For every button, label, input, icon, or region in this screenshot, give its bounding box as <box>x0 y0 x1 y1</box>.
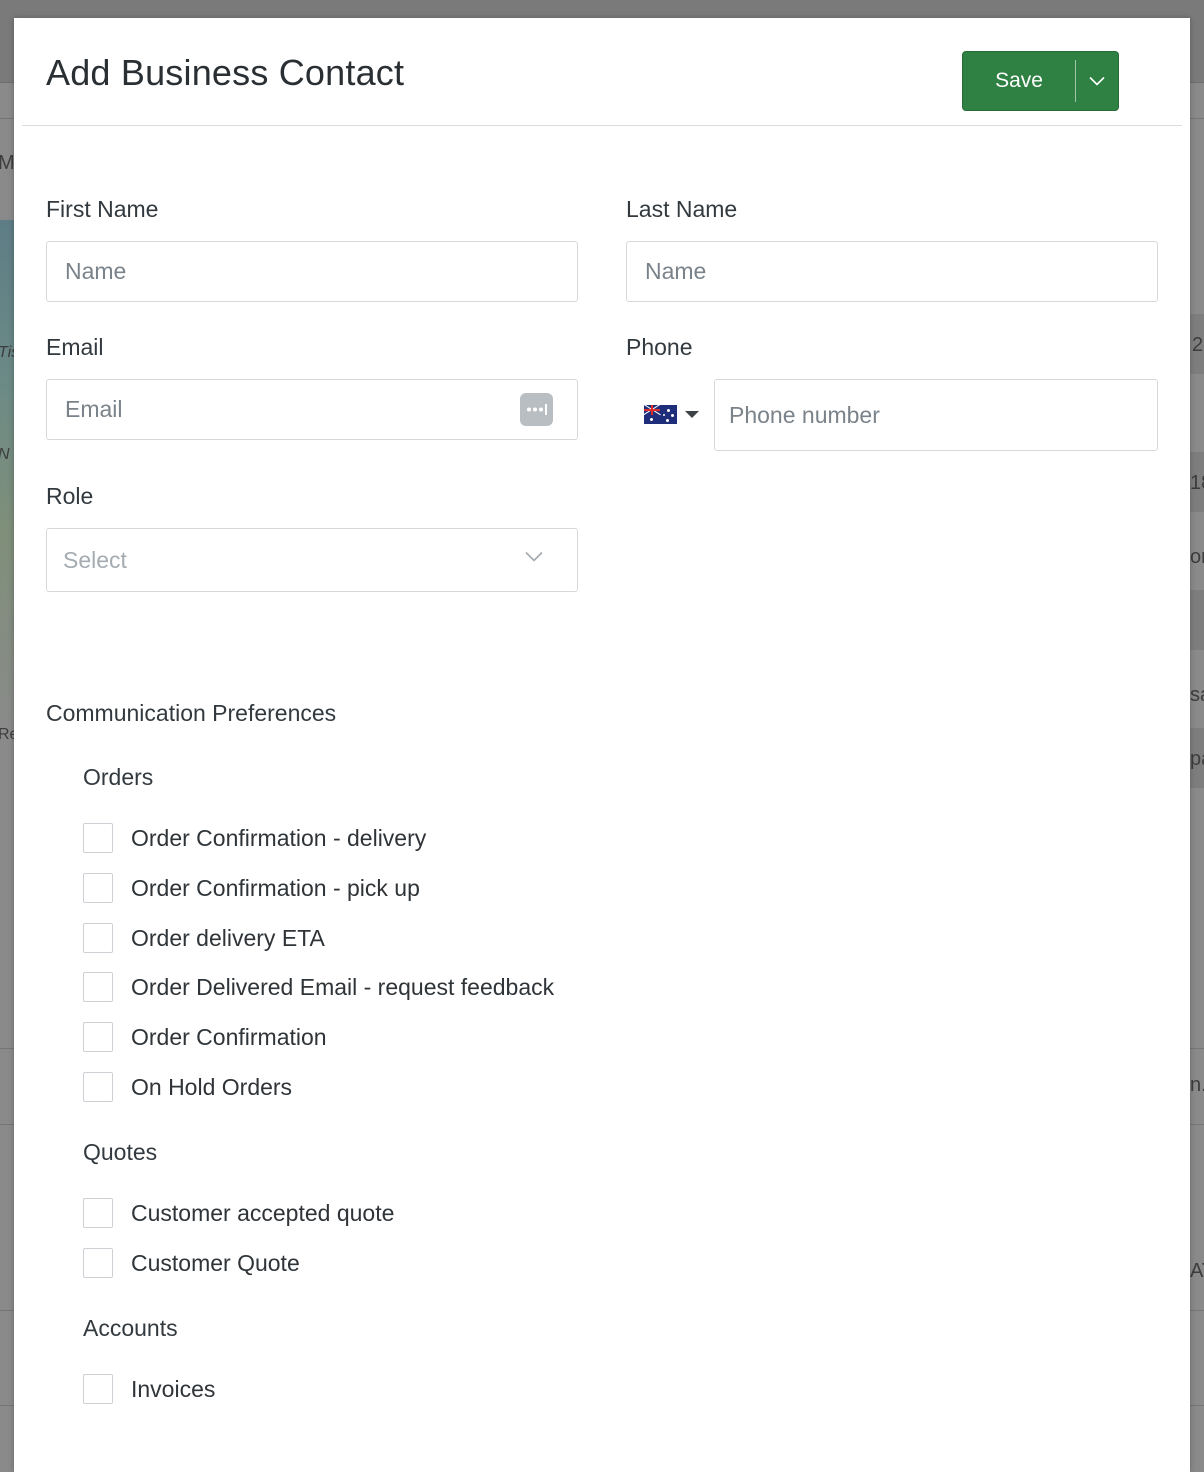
save-button[interactable]: Save <box>963 52 1075 110</box>
checkbox[interactable] <box>83 1374 113 1404</box>
background-text: sa <box>1190 684 1204 706</box>
background-map <box>0 220 14 740</box>
background-text: 18 <box>1190 472 1204 494</box>
checkbox-label: Order Confirmation <box>131 1023 327 1050</box>
background-text: N <box>0 446 10 464</box>
background-panel <box>1190 590 1204 650</box>
checkbox[interactable] <box>83 923 113 953</box>
pref-customer-quote[interactable]: Customer Quote <box>83 1246 300 1280</box>
checkbox[interactable] <box>83 873 113 903</box>
modal-title: Add Business Contact <box>46 52 405 93</box>
header-divider <box>22 125 1182 126</box>
last-name-input[interactable] <box>643 257 1157 286</box>
checkbox-label: Order Confirmation - pick up <box>131 874 420 901</box>
checkbox-label: Order delivery ETA <box>131 924 325 951</box>
checkbox-label: Customer Quote <box>131 1249 300 1276</box>
australia-flag-icon <box>644 404 677 424</box>
save-options-button[interactable] <box>1076 52 1118 110</box>
first-name-input[interactable] <box>63 257 577 286</box>
pref-on-hold-orders[interactable]: On Hold Orders <box>83 1070 292 1104</box>
checkbox[interactable] <box>83 972 113 1002</box>
accounts-group-title: Accounts <box>83 1315 178 1341</box>
pref-customer-accepted-quote[interactable]: Customer accepted quote <box>83 1196 394 1230</box>
checkbox-label: Invoices <box>131 1375 216 1402</box>
pref-order-confirmation-pickup[interactable]: Order Confirmation - pick up <box>83 871 420 905</box>
orders-group-title: Orders <box>83 764 154 790</box>
pref-invoices[interactable]: Invoices <box>83 1372 215 1406</box>
checkbox[interactable] <box>83 1248 113 1278</box>
pref-order-confirmation-delivery[interactable]: Order Confirmation - delivery <box>83 821 426 855</box>
checkbox[interactable] <box>83 823 113 853</box>
role-label: Role <box>46 483 94 509</box>
role-select-placeholder: Select <box>63 546 127 573</box>
background-text: 2 <box>1192 334 1204 356</box>
checkbox[interactable] <box>83 1022 113 1052</box>
caret-down-icon <box>685 410 699 418</box>
first-name-field[interactable] <box>46 241 578 302</box>
email-label: Email <box>46 334 104 360</box>
country-code-selector[interactable] <box>644 400 704 428</box>
last-name-field[interactable] <box>626 241 1158 302</box>
chevron-down-icon <box>525 551 543 562</box>
email-input[interactable] <box>63 395 497 424</box>
first-name-label: First Name <box>46 196 159 222</box>
background-text: pa <box>1190 748 1204 770</box>
checkbox[interactable] <box>83 1072 113 1102</box>
background-text: n. <box>1190 1074 1204 1096</box>
phone-label: Phone <box>626 334 693 360</box>
chevron-down-icon <box>1089 76 1105 86</box>
background-text: on <box>1190 546 1204 568</box>
role-select[interactable]: Select <box>46 528 578 592</box>
password-manager-key-icon[interactable] <box>520 393 553 426</box>
checkbox-label: Customer accepted quote <box>131 1199 395 1226</box>
quotes-group-title: Quotes <box>83 1139 158 1165</box>
communication-preferences-title: Communication Preferences <box>46 700 337 726</box>
pref-order-delivered-feedback[interactable]: Order Delivered Email - request feedback <box>83 970 554 1004</box>
pref-order-delivery-eta[interactable]: Order delivery ETA <box>83 921 325 955</box>
more-dots-icon <box>527 404 547 415</box>
checkbox-label: Order Confirmation - delivery <box>131 824 427 851</box>
last-name-label: Last Name <box>626 196 738 222</box>
email-field[interactable] <box>46 379 578 440</box>
modal-header: Add Business Contact Save <box>14 18 1190 126</box>
pref-order-confirmation[interactable]: Order Confirmation <box>83 1020 327 1054</box>
phone-number-input[interactable] <box>727 400 1157 430</box>
background-text: AT <box>1190 1260 1204 1282</box>
add-business-contact-modal: Add Business Contact Save First Name Las… <box>14 18 1190 1472</box>
checkbox-label: Order Delivered Email - request feedback <box>131 973 555 1000</box>
phone-field[interactable] <box>714 379 1158 451</box>
save-button-group: Save <box>962 51 1119 111</box>
checkbox[interactable] <box>83 1198 113 1228</box>
checkbox-label: On Hold Orders <box>131 1073 293 1100</box>
